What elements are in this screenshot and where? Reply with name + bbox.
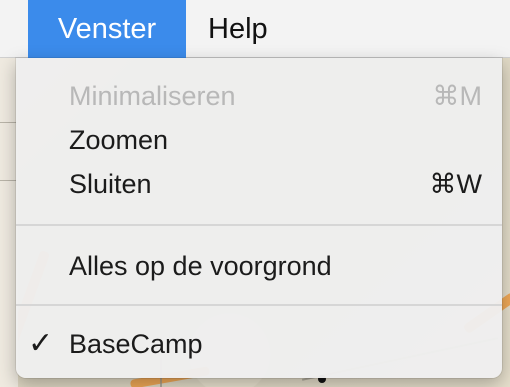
menu-item-zoomen[interactable]: Zoomen — [16, 118, 502, 162]
menu-item-label: Minimaliseren — [69, 81, 236, 111]
menu-item-shortcut: ⌘W — [429, 169, 482, 199]
menu-item-alles-op-de-voorgrond[interactable]: Alles op de voorgrond — [16, 244, 502, 288]
menu-item-minimaliseren[interactable]: Minimaliseren ⌘M — [16, 74, 502, 118]
menu-item-label: Alles op de voorgrond — [69, 251, 332, 281]
menu-bar: Venster Help — [0, 0, 510, 58]
menu-item-label: BaseCamp — [69, 329, 203, 359]
menu-help[interactable]: Help — [208, 0, 268, 58]
checkmark-icon: ✓ — [28, 326, 54, 361]
menu-item-basecamp[interactable]: ✓ BaseCamp — [16, 322, 502, 366]
menu-venster[interactable]: Venster — [28, 0, 186, 58]
menu-item-label: Zoomen — [69, 125, 169, 155]
menu-item-label: Sluiten — [69, 169, 152, 199]
menu-item-shortcut: ⌘M — [432, 81, 483, 111]
venster-dropdown-menu: Minimaliseren ⌘M Zoomen Sluiten ⌘W Alles… — [16, 58, 502, 378]
menu-separator — [16, 304, 502, 306]
menu-separator — [16, 224, 502, 226]
menu-item-sluiten[interactable]: Sluiten ⌘W — [16, 162, 502, 206]
